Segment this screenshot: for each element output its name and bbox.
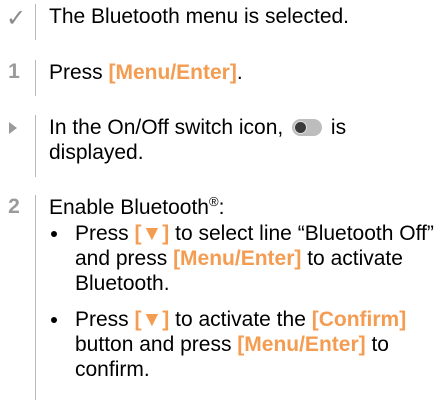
menu-enter-key-label: [Menu/Enter] xyxy=(108,61,237,84)
step-2: 2 Enable Bluetooth®: Press [▼] to select… xyxy=(0,195,447,400)
bullet-2-text: Press xyxy=(75,308,135,331)
step-1: 1 Press [Menu/Enter]. xyxy=(0,60,447,100)
list-item: Press [▼] to activate the [Confirm] butt… xyxy=(49,307,441,382)
step-divider xyxy=(35,60,36,96)
toggle-off-icon xyxy=(292,119,323,136)
menu-enter-key-label: [Menu/Enter] xyxy=(237,333,366,356)
step-1-text: Press [Menu/Enter]. xyxy=(49,60,243,85)
result-text: The Bluetooth menu is selected. xyxy=(49,5,350,28)
step-divider xyxy=(35,195,36,400)
result-arrow-icon xyxy=(9,122,17,134)
step-2-label: Enable Bluetooth xyxy=(49,196,209,219)
step-2-bullets: Press [▼] to select line “Bluetooth Off”… xyxy=(49,221,441,382)
step-divider xyxy=(35,115,36,177)
checkmark-icon: ✓ xyxy=(5,5,27,32)
step-1-prefix: Press xyxy=(49,61,109,84)
menu-enter-key-label: [Menu/Enter] xyxy=(173,247,302,270)
result-step: ✓ The Bluetooth menu is selected. xyxy=(0,4,447,44)
bullet-icon xyxy=(51,231,57,237)
bullet-icon xyxy=(51,317,57,323)
list-item: Press [▼] to select line “Bluetooth Off”… xyxy=(49,221,441,296)
result-2-before: In the On/Off switch icon, xyxy=(49,116,290,139)
confirm-key-label: [Confirm] xyxy=(311,308,407,331)
step-divider xyxy=(35,4,36,40)
down-key-label: [▼] xyxy=(134,308,170,331)
step-2-text: Enable Bluetooth®: xyxy=(49,195,224,220)
step-1-suffix: . xyxy=(236,61,243,84)
result-2-text: In the On/Off switch icon, is displayed. xyxy=(49,115,409,165)
bullet-1-text: Press xyxy=(75,222,135,245)
step-number: 2 xyxy=(8,195,20,218)
step-2-colon: : xyxy=(218,196,225,219)
toggle-knob xyxy=(294,121,308,134)
registered-mark: ® xyxy=(208,194,219,209)
intermediate-result: In the On/Off switch icon, is displayed. xyxy=(0,115,447,179)
down-key-label: [▼] xyxy=(134,222,170,245)
step-number: 1 xyxy=(8,60,20,83)
bullet-2-text: button and press xyxy=(75,333,238,356)
bullet-2-text: to activate the xyxy=(169,308,312,331)
